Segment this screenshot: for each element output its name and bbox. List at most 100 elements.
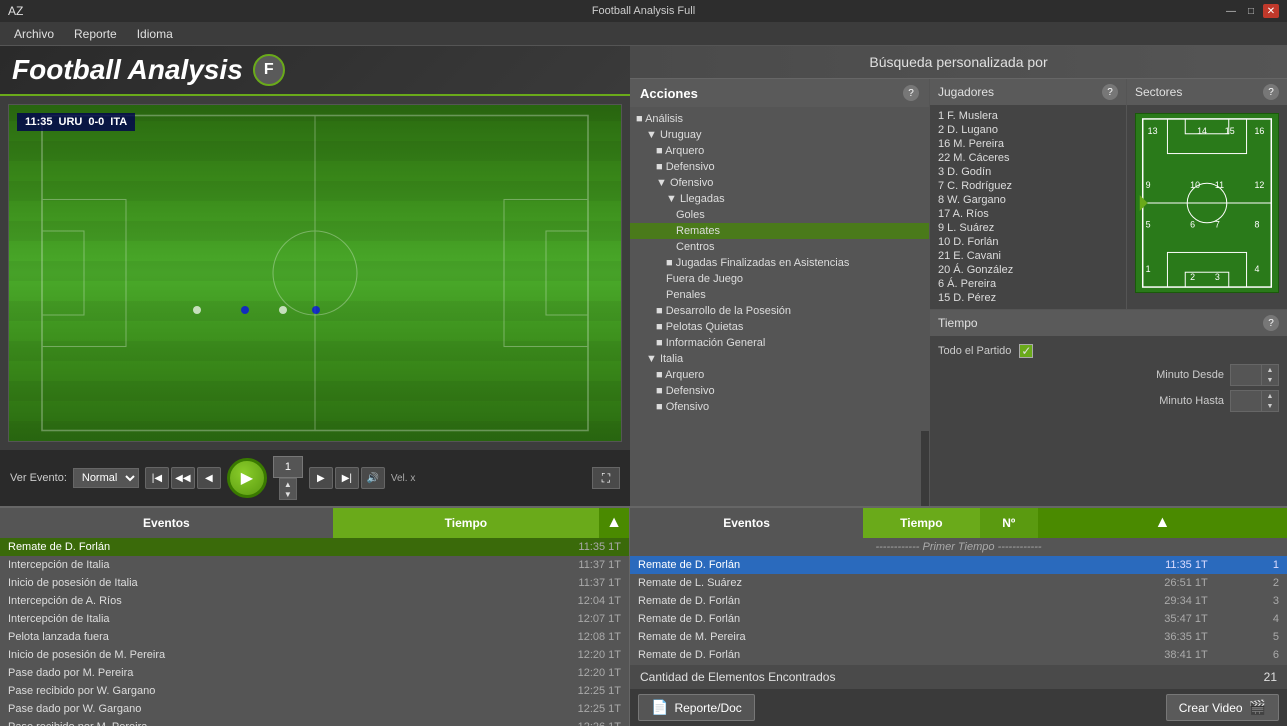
event-name: Inicio de posesión de Italia [8,577,138,589]
event-row[interactable]: Remate de D. Forlán 11:35 1T [0,538,629,556]
todo-partido-checkbox[interactable]: ✓ [1019,344,1033,358]
player-item[interactable]: 1 F. Muslera [938,109,1118,123]
menu-archivo[interactable]: Archivo [4,24,64,44]
minuto-desde-down[interactable]: ▼ [1262,375,1278,385]
right-events-list[interactable]: ------------ Primer Tiempo ------------ … [630,538,1287,664]
todo-partido-row: Todo el Partido ✓ [938,344,1279,358]
right-events-panel: Eventos Tiempo Nº ▲ ------------ Primer … [630,508,1287,726]
minuto-hasta-input[interactable]: ▲ ▼ [1230,390,1279,412]
tree-item[interactable]: ■ Ofensivo [630,399,929,415]
player-item[interactable]: 8 W. Gargano [938,193,1118,207]
play-button[interactable]: ▶ [227,458,267,498]
number-up[interactable]: ▲ [280,479,296,489]
event-row[interactable]: Intercepción de Italia 12:07 1T [0,610,629,628]
number-down[interactable]: ▼ [280,489,296,499]
fullscreen-button[interactable]: ⛶ [592,467,620,489]
step-back-button[interactable]: ◀ [197,467,221,489]
event-row[interactable]: Pase recibido por W. Gargano 12:25 1T [0,682,629,700]
event-row[interactable]: Intercepción de Italia 11:37 1T [0,556,629,574]
player-item[interactable]: 3 D. Godín [938,165,1118,179]
tree-item[interactable]: Centros [630,239,929,255]
rev-event-row[interactable]: Remate de M. Pereira 36:35 1T 5 [630,628,1287,646]
jugadores-help[interactable]: ? [1102,84,1118,100]
maximize-button[interactable]: □ [1243,4,1259,18]
step-forward-button[interactable]: ▶ [309,467,333,489]
ver-evento-select[interactable]: Normal Lento Rápido [73,468,139,488]
left-events-header: Eventos Tiempo ▲ [0,508,629,538]
player-item[interactable]: 6 Á. Pereira [938,277,1118,291]
tree-item[interactable]: ■ Defensivo [630,383,929,399]
player-item[interactable]: 9 L. Suárez [938,221,1118,235]
tree-item[interactable]: ■ Defensivo [630,159,929,175]
svg-text:14: 14 [1197,126,1207,136]
tree-item[interactable]: Fuera de Juego [630,271,929,287]
tree-item[interactable]: ■ Jugadas Finalizadas en Asistencias [630,255,929,271]
rev-event-row[interactable]: Remate de D. Forlán 29:34 1T 3 [630,592,1287,610]
event-row[interactable]: Pase dado por M. Pereira 12:20 1T [0,664,629,682]
minuto-hasta-up[interactable]: ▲ [1262,391,1278,401]
minuto-hasta-down[interactable]: ▼ [1262,401,1278,411]
rev-event-row[interactable]: Remate de D. Forlán 35:47 1T 4 [630,610,1287,628]
tree-item[interactable]: Goles [630,207,929,223]
player-item[interactable]: 16 M. Pereira [938,137,1118,151]
acciones-help[interactable]: ? [903,85,919,101]
next-end-button[interactable]: ▶| [335,467,359,489]
sectores-help[interactable]: ? [1263,84,1279,100]
tree-item[interactable]: ■ Información General [630,335,929,351]
minuto-hasta-row: Minuto Hasta ▲ ▼ [938,390,1279,412]
event-row[interactable]: Inicio de posesión de M. Pereira 12:20 1… [0,646,629,664]
event-row[interactable]: Pase recibido por M. Pereira 12:26 1T [0,718,629,726]
event-time: 12:25 1T [578,685,621,697]
player-item[interactable]: 21 E. Cavani [938,249,1118,263]
minimize-button[interactable]: — [1223,4,1239,18]
svg-text:7: 7 [1215,220,1220,230]
volume-button[interactable]: 🔊 [361,467,385,489]
tree-item[interactable]: ▼ Llegadas [630,191,929,207]
event-row[interactable]: Inicio de posesión de Italia 11:37 1T [0,574,629,592]
menu-reporte[interactable]: Reporte [64,24,127,44]
tree-item[interactable]: ▼ Ofensivo [630,175,929,191]
acciones-tree-scroll[interactable]: ■ Análisis ▼ Uruguay ■ Arquero ■ Defensi… [630,111,929,431]
player-item[interactable]: 7 C. Rodríguez [938,179,1118,193]
prev-frame-button[interactable]: ◀◀ [171,467,195,489]
football-field[interactable]: 13 14 15 16 9 10 11 12 5 6 [1135,113,1279,293]
event-row[interactable]: Pelota lanzada fuera 12:08 1T [0,628,629,646]
crear-video-button[interactable]: Crear Video 🎬 [1166,694,1279,721]
rev-event-time: 26:51 1T [1018,577,1216,589]
reporte-doc-button[interactable]: 📄 Reporte/Doc [638,694,755,721]
rev-event-row[interactable]: Remate de D. Forlán 11:35 1T 1 [630,556,1287,574]
rev-event-row[interactable]: Remate de D. Forlán 38:41 1T 6 [630,646,1287,664]
tree-item[interactable]: ■ Pelotas Quietas [630,319,929,335]
prev-start-button[interactable]: |◀ [145,467,169,489]
score: 0-0 [88,116,104,128]
tree-item[interactable]: ■ Arquero [630,143,929,159]
player-item[interactable]: 2 D. Lugano [938,123,1118,137]
tiempo-help[interactable]: ? [1263,315,1279,331]
tree-item[interactable]: Penales [630,287,929,303]
tree-item[interactable]: ▼ Uruguay [630,127,929,143]
close-button[interactable]: ✕ [1263,4,1279,18]
left-events-list[interactable]: Remate de D. Forlán 11:35 1T Intercepció… [0,538,629,726]
player-item[interactable]: 17 A. Ríos [938,207,1118,221]
tree-item[interactable]: ■ Análisis [630,111,929,127]
tree-item[interactable]: ■ Arquero [630,367,929,383]
jugadores-list[interactable]: 1 F. Muslera 2 D. Lugano 16 M. Pereira 2… [930,105,1126,309]
rev-event-row[interactable]: Remate de L. Suárez 26:51 1T 2 [630,574,1287,592]
tree-item-remates[interactable]: Remates [630,223,929,239]
player-item[interactable]: 15 D. Pérez [938,291,1118,305]
jugadores-panel: Jugadores ? 1 F. Muslera 2 D. Lugano 16 … [930,79,1127,310]
titlebar: AZ Football Analysis Full — □ ✕ [0,0,1287,22]
player-item[interactable]: 10 D. Forlán [938,235,1118,249]
minuto-desde-input[interactable]: ▲ ▼ [1230,364,1279,386]
left-eventos-tab: Eventos [0,508,333,538]
player-item[interactable]: 22 M. Cáceres [938,151,1118,165]
tree-item[interactable]: ■ Desarrollo de la Posesión [630,303,929,319]
event-row[interactable]: Intercepción de A. Ríos 12:04 1T [0,592,629,610]
forward-controls: ▶ ▶| 🔊 [309,467,385,489]
tree-item[interactable]: ▼ Italia [630,351,929,367]
player-item[interactable]: 20 Á. González [938,263,1118,277]
minuto-desde-up[interactable]: ▲ [1262,365,1278,375]
crear-video-icon: 🎬 [1249,699,1266,716]
menu-idioma[interactable]: Idioma [127,24,183,44]
event-row[interactable]: Pase dado por W. Gargano 12:25 1T [0,700,629,718]
